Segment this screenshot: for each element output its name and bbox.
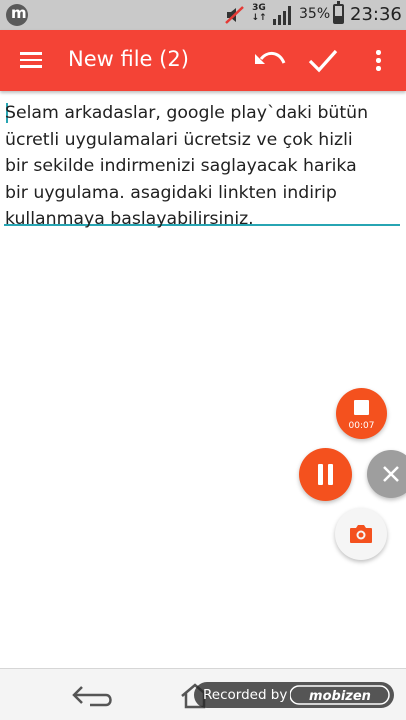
- network-type: 3G ↓↑: [251, 3, 267, 23]
- clock: 23:36: [350, 4, 402, 25]
- watermark-label: Recorded by: [203, 687, 288, 703]
- screenshot-button[interactable]: [335, 508, 387, 560]
- status-bar: 3G↓↑ 35% 23:36: [0, 0, 406, 30]
- battery-level: [335, 16, 342, 22]
- mute-icon: [225, 6, 244, 24]
- more-vert-icon[interactable]: [368, 48, 388, 74]
- stop-icon: [354, 400, 369, 415]
- undo-icon[interactable]: [253, 47, 287, 75]
- camera-icon: [350, 525, 372, 543]
- app-bar: New file (2): [0, 30, 406, 91]
- menu-icon[interactable]: [20, 52, 42, 68]
- svg-text:mobizen: mobizen: [309, 689, 371, 704]
- mobizen-logo: mobizen: [290, 685, 390, 705]
- editor-text[interactable]: Selam arkadaslar, google play`daki bütün…: [5, 100, 400, 233]
- recording-watermark: Recorded by mobizen: [194, 682, 394, 708]
- signal-icon: [273, 6, 291, 25]
- text-editor[interactable]: Selam arkadaslar, google play`daki bütün…: [4, 99, 400, 229]
- record-stop-button[interactable]: 00:07: [336, 388, 387, 439]
- battery-icon: [333, 1, 344, 24]
- pause-icon: [328, 464, 333, 485]
- mobizen-notification-icon: [6, 4, 28, 26]
- record-pause-button[interactable]: [299, 448, 352, 501]
- pause-icon: [318, 464, 323, 485]
- record-close-button[interactable]: [367, 450, 406, 498]
- close-icon: [383, 466, 399, 482]
- file-title: New file (2): [68, 47, 189, 71]
- check-icon[interactable]: [307, 45, 339, 75]
- recording-timer: 00:07: [348, 421, 375, 431]
- back-icon[interactable]: [72, 681, 114, 709]
- battery-percent: 35%: [299, 6, 331, 22]
